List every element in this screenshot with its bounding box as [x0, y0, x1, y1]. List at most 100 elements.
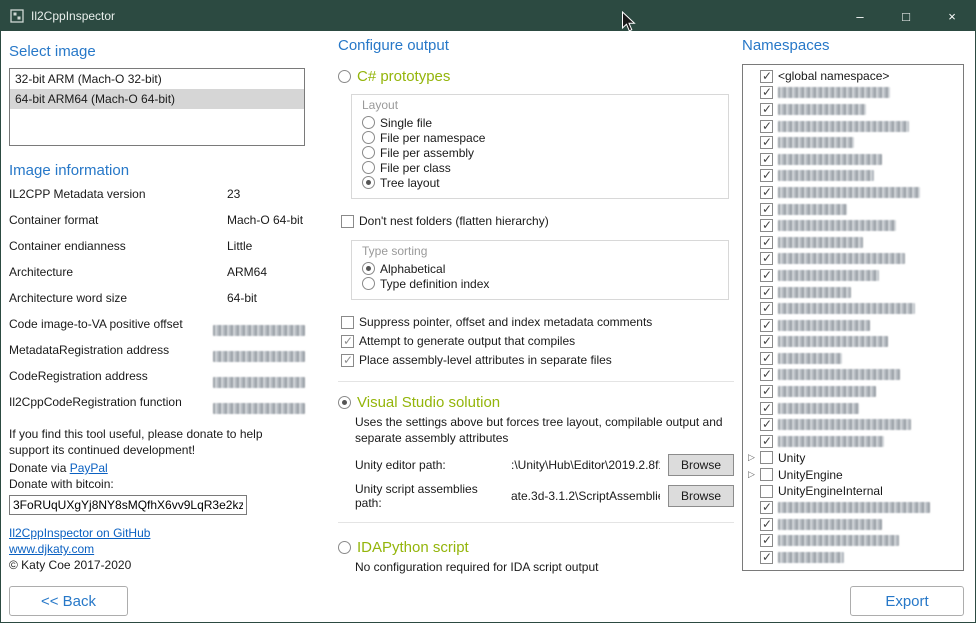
titlebar[interactable]: Il2CppInspector – □ ×	[1, 1, 975, 31]
checkbox-icon[interactable]	[760, 385, 773, 398]
checkbox-icon[interactable]	[760, 120, 773, 133]
namespace-item[interactable]	[745, 267, 961, 284]
layout-option[interactable]: File per namespace	[362, 130, 718, 145]
namespace-item[interactable]	[745, 499, 961, 516]
namespace-item[interactable]	[745, 217, 961, 234]
browse-button[interactable]: Browse	[668, 485, 734, 507]
redacted-value	[213, 351, 305, 362]
checkbox-icon[interactable]	[760, 286, 773, 299]
expander-icon[interactable]: ▷	[748, 452, 755, 463]
namespace-item[interactable]: ▷UnityEngine	[745, 466, 961, 483]
checkbox-icon[interactable]	[760, 468, 773, 481]
checkbox-icon[interactable]	[760, 103, 773, 116]
namespace-item[interactable]	[745, 433, 961, 450]
namespace-item[interactable]	[745, 234, 961, 251]
namespace-item[interactable]	[745, 516, 961, 533]
namespace-item[interactable]	[745, 168, 961, 185]
checkbox-icon[interactable]	[760, 236, 773, 249]
checkbox-icon[interactable]	[760, 186, 773, 199]
csharp-prototypes-label: C# prototypes	[357, 68, 450, 85]
checkbox-icon[interactable]	[760, 269, 773, 282]
csharp-prototypes-radio[interactable]: C# prototypes	[338, 66, 734, 86]
checkbox-icon[interactable]	[760, 418, 773, 431]
checkbox-icon[interactable]	[760, 302, 773, 315]
image-list-item[interactable]: 32-bit ARM (Mach-O 32-bit)	[10, 69, 304, 89]
checkbox-icon[interactable]	[760, 485, 773, 498]
checkbox-icon[interactable]	[760, 402, 773, 415]
close-button[interactable]: ×	[929, 1, 975, 31]
namespace-item[interactable]	[745, 367, 961, 384]
checkbox-icon[interactable]	[760, 86, 773, 99]
checkbox-icon[interactable]	[760, 518, 773, 531]
sorting-option[interactable]: Type definition index	[362, 276, 718, 291]
checkbox-icon[interactable]	[760, 169, 773, 182]
checkbox-icon[interactable]	[760, 153, 773, 166]
github-link[interactable]: Il2CppInspector on GitHub	[9, 526, 150, 540]
browse-button[interactable]: Browse	[668, 454, 734, 476]
namespace-item[interactable]	[745, 400, 961, 417]
checkbox-icon[interactable]	[760, 501, 773, 514]
namespace-item[interactable]	[745, 334, 961, 351]
checkbox-icon[interactable]	[760, 551, 773, 564]
namespace-list[interactable]: <global namespace> ▷Unity▷UnityEngineUnit…	[742, 64, 964, 571]
bitcoin-address-input[interactable]	[9, 495, 247, 515]
namespace-item[interactable]	[745, 151, 961, 168]
namespace-item[interactable]	[745, 118, 961, 135]
checkbox-icon[interactable]	[760, 219, 773, 232]
checkbox-icon[interactable]	[760, 534, 773, 547]
checkbox-icon[interactable]	[760, 252, 773, 265]
checkbox-icon[interactable]	[760, 335, 773, 348]
namespace-item[interactable]	[745, 284, 961, 301]
namespace-item[interactable]: UnityEngineInternal	[745, 483, 961, 500]
namespace-item[interactable]: ▷Unity	[745, 450, 961, 467]
namespace-item[interactable]	[745, 251, 961, 268]
back-button[interactable]: << Back	[9, 586, 128, 616]
path-value[interactable]: :\Unity\Hub\Editor\2019.2.8f1	[511, 458, 660, 472]
sorting-option[interactable]: Alphabetical	[362, 261, 718, 276]
app-icon	[10, 9, 24, 23]
output-checkbox[interactable]: Place assembly-level attributes in separ…	[341, 351, 734, 369]
idapython-radio[interactable]: IDAPython script	[338, 537, 734, 557]
namespace-item[interactable]	[745, 300, 961, 317]
checkbox-icon[interactable]	[760, 451, 773, 464]
namespace-item[interactable]	[745, 549, 961, 566]
layout-option[interactable]: File per class	[362, 160, 718, 175]
radio-icon	[362, 131, 375, 144]
redacted-value	[213, 325, 305, 336]
namespace-item[interactable]	[745, 85, 961, 102]
image-list[interactable]: 32-bit ARM (Mach-O 32-bit)64-bit ARM64 (…	[9, 68, 305, 146]
namespace-item[interactable]	[745, 317, 961, 334]
website-link[interactable]: www.djkaty.com	[9, 542, 94, 556]
vs-solution-radio[interactable]: Visual Studio solution	[338, 392, 734, 412]
namespace-item[interactable]	[745, 184, 961, 201]
paypal-link[interactable]: PayPal	[70, 461, 108, 475]
layout-option[interactable]: File per assembly	[362, 145, 718, 160]
checkbox-icon[interactable]	[760, 136, 773, 149]
checkbox-icon[interactable]	[760, 435, 773, 448]
path-value[interactable]: ate.3d-3.1.2\ScriptAssemblies	[511, 489, 660, 503]
flatten-checkbox[interactable]: Don't nest folders (flatten hierarchy)	[341, 212, 734, 230]
info-row: CodeRegistration address	[9, 369, 305, 395]
layout-option[interactable]: Tree layout	[362, 175, 718, 190]
export-button[interactable]: Export	[850, 586, 964, 616]
namespace-item[interactable]	[745, 201, 961, 218]
output-checkbox[interactable]: Suppress pointer, offset and index metad…	[341, 313, 734, 331]
namespace-item[interactable]	[745, 101, 961, 118]
expander-icon[interactable]: ▷	[748, 469, 755, 480]
namespace-item[interactable]	[745, 350, 961, 367]
namespace-item[interactable]: <global namespace>	[745, 68, 961, 85]
namespace-item[interactable]	[745, 533, 961, 550]
layout-option[interactable]: Single file	[362, 115, 718, 130]
maximize-button[interactable]: □	[883, 1, 929, 31]
checkbox-icon[interactable]	[760, 352, 773, 365]
checkbox-icon[interactable]	[760, 368, 773, 381]
output-checkbox[interactable]: Attempt to generate output that compiles	[341, 332, 734, 350]
minimize-button[interactable]: –	[837, 1, 883, 31]
checkbox-icon[interactable]	[760, 203, 773, 216]
image-list-item[interactable]: 64-bit ARM64 (Mach-O 64-bit)	[10, 89, 304, 109]
namespace-item[interactable]	[745, 134, 961, 151]
namespace-item[interactable]	[745, 416, 961, 433]
checkbox-icon[interactable]	[760, 319, 773, 332]
checkbox-icon[interactable]	[760, 70, 773, 83]
namespace-item[interactable]	[745, 383, 961, 400]
